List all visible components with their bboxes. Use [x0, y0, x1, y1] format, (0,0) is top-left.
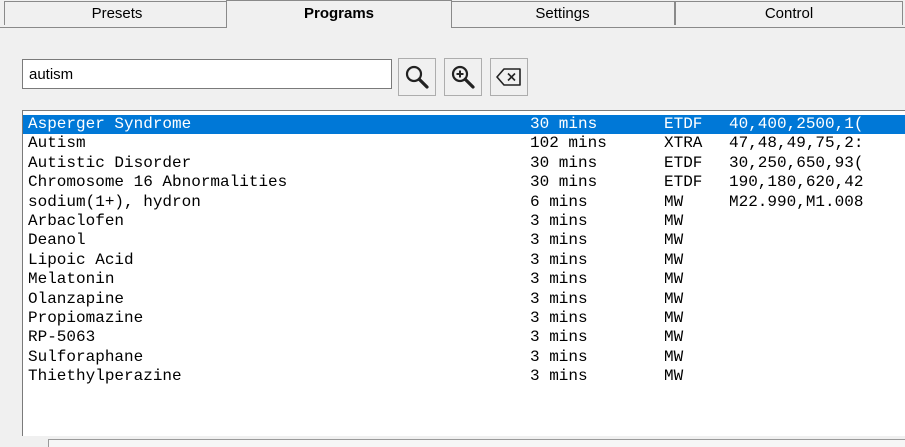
item-duration: 3 mins	[530, 250, 588, 269]
item-type: MW	[664, 328, 684, 347]
item-duration: 3 mins	[530, 289, 588, 308]
item-duration: 30 mins	[530, 173, 598, 192]
item-name: Olanzapine	[28, 289, 125, 308]
list-item[interactable]: Propiomazine 3 mins MW	[23, 309, 905, 328]
list-item[interactable]: Autism 102 mins XTRA 47,48,49,75,2:	[23, 134, 905, 153]
item-type: MW	[664, 192, 684, 211]
item-duration: 3 mins	[530, 347, 588, 366]
list-item[interactable]: Chromosome 16 Abnormalities 30 mins ETDF 19…	[23, 173, 905, 192]
item-type: XTRA	[664, 134, 703, 153]
item-duration: 30 mins	[530, 153, 598, 172]
item-name: Asperger Syndrome	[28, 115, 192, 133]
list-item[interactable]: Lipoic Acid 3 mins MW	[23, 251, 905, 270]
horizontal-scrollbar[interactable]	[22, 436, 905, 447]
item-type: MW	[664, 250, 684, 269]
list-item[interactable]: Thiethylperazine 3 mins MW	[23, 367, 905, 386]
zoom-in-button[interactable]	[444, 58, 482, 96]
item-type: MW	[664, 289, 684, 308]
item-type: MW	[664, 367, 684, 386]
item-type: ETDF	[664, 173, 703, 192]
tab-presets[interactable]: Presets	[4, 1, 230, 25]
item-duration: 3 mins	[530, 211, 588, 230]
item-name: Arbaclofen	[28, 211, 125, 230]
item-duration: 3 mins	[530, 231, 588, 250]
list-item[interactable]: Autistic Disorder 30 mins ETDF 30,250,650,9…	[23, 154, 905, 173]
item-name: RP-5063	[28, 328, 96, 347]
item-name: Chromosome 16 Abnormalities	[28, 173, 288, 192]
clear-button[interactable]	[490, 58, 528, 96]
item-name: Sulforaphane	[28, 347, 144, 366]
search-input[interactable]	[22, 59, 392, 89]
item-name: Lipoic Acid	[28, 250, 134, 269]
item-type: ETDF	[664, 153, 703, 172]
item-duration: 3 mins	[530, 367, 588, 386]
item-frequencies: 47,48,49,75,2:	[729, 134, 864, 153]
item-name: Thiethylperazine	[28, 367, 182, 386]
tab-programs[interactable]: Programs	[226, 0, 452, 28]
item-duration: 102 mins	[530, 134, 607, 153]
item-duration: 3 mins	[530, 328, 588, 347]
item-duration: 6 mins	[530, 192, 588, 211]
item-name: sodium(1+), hydron	[28, 192, 201, 211]
item-frequencies: 30,250,650,93(	[729, 153, 864, 172]
item-type: ETDF	[664, 115, 703, 133]
list-item[interactable]: Deanol 3 mins MW	[23, 231, 905, 250]
tab-settings[interactable]: Settings	[450, 1, 675, 25]
clear-icon	[495, 66, 523, 88]
list-item[interactable]: Arbaclofen 3 mins MW	[23, 212, 905, 231]
item-type: MW	[664, 231, 684, 250]
list-item[interactable]: RP-5063 3 mins MW	[23, 328, 905, 347]
tab-bar: Presets Programs Settings Control	[0, 0, 905, 28]
results-list[interactable]: Asperger Syndrome 30 mins ETDF 40,400,2500,…	[22, 110, 905, 436]
list-item[interactable]: Sulforaphane 3 mins MW	[23, 348, 905, 367]
tab-panel-border	[0, 27, 905, 28]
list-item[interactable]: Melatonin 3 mins MW	[23, 270, 905, 289]
item-duration: 3 mins	[530, 270, 588, 289]
item-frequencies: M22.990,M1.008	[729, 192, 864, 211]
zoom-in-icon	[450, 64, 476, 90]
item-name: Deanol	[28, 231, 86, 250]
item-name: Propiomazine	[28, 308, 144, 327]
item-frequencies: 40,400,2500,1(	[729, 115, 864, 133]
list-item[interactable]: Asperger Syndrome 30 mins ETDF 40,400,2500,…	[23, 115, 905, 135]
item-name: Autistic Disorder	[28, 153, 192, 172]
item-type: MW	[664, 308, 684, 327]
item-frequencies: 190,180,620,42	[729, 173, 864, 192]
item-duration: 30 mins	[530, 115, 598, 133]
tab-control[interactable]: Control	[675, 1, 903, 25]
item-type: MW	[664, 211, 684, 230]
item-type: MW	[664, 347, 684, 366]
item-duration: 3 mins	[530, 308, 588, 327]
search-button[interactable]	[398, 58, 436, 96]
item-name: Melatonin	[28, 270, 115, 289]
item-type: MW	[664, 270, 684, 289]
list-item[interactable]: sodium(1+), hydron 6 mins MW M22.990,M1.008	[23, 193, 905, 212]
item-name: Autism	[28, 134, 86, 153]
list-item[interactable]: Olanzapine 3 mins MW	[23, 290, 905, 309]
search-icon	[404, 64, 430, 90]
